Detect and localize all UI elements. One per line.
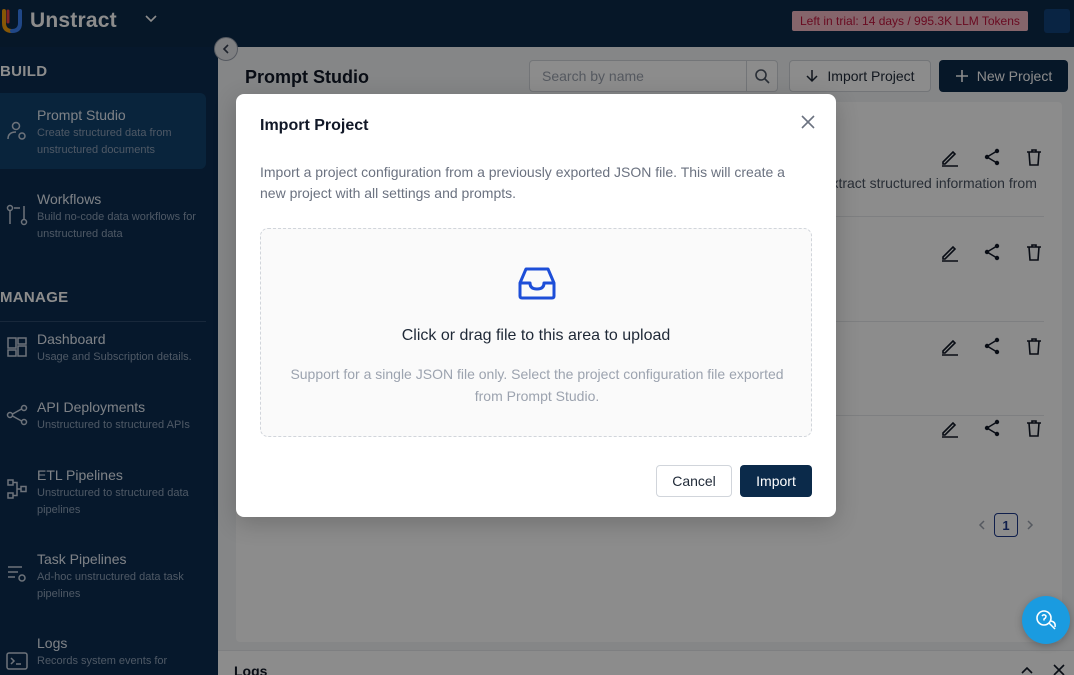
dropzone-hint: Support for a single JSON file only. Sel… bbox=[290, 366, 784, 404]
import-project-dialog: Import Project Import a project configur… bbox=[236, 94, 836, 517]
close-icon[interactable] bbox=[798, 112, 818, 132]
dialog-description: Import a project configuration from a pr… bbox=[260, 164, 785, 201]
cancel-button[interactable]: Cancel bbox=[656, 465, 732, 497]
import-button[interactable]: Import bbox=[740, 465, 812, 497]
upload-dropzone[interactable]: Click or drag file to this area to uploa… bbox=[260, 228, 812, 437]
help-button[interactable] bbox=[1022, 596, 1070, 644]
dialog-title: Import Project bbox=[260, 117, 369, 134]
inbox-icon bbox=[518, 267, 556, 300]
dropzone-title: Click or drag file to this area to uploa… bbox=[401, 327, 671, 344]
help-chat-icon bbox=[1036, 610, 1056, 630]
